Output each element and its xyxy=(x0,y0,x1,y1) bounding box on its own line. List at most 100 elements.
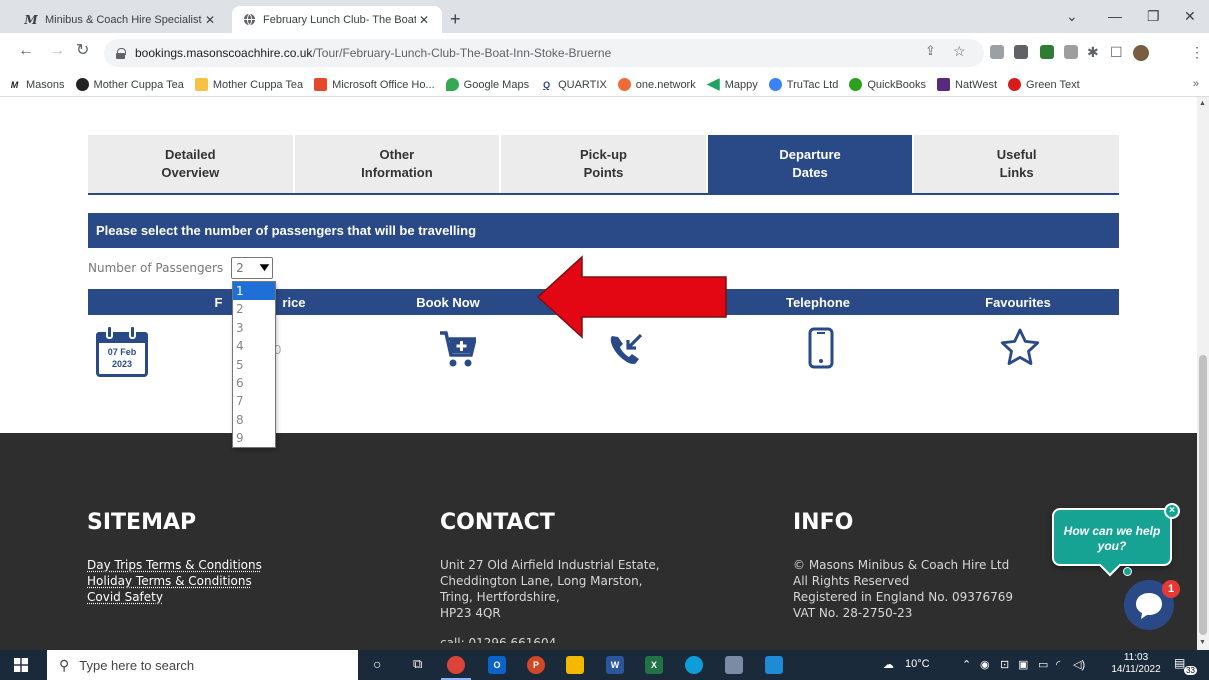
bookmark-item[interactable]: Green Text xyxy=(1008,78,1080,91)
site-footer: SITEMAP Day Trips Terms & Conditions Hol… xyxy=(0,433,1197,650)
bookmark-item[interactable]: TruTac Ltd xyxy=(768,78,838,91)
bookmark-item[interactable]: Mother Cuppa Tea xyxy=(75,78,184,91)
passenger-option[interactable]: 9 xyxy=(233,429,275,447)
bookmark-star-icon[interactable]: ☆ xyxy=(953,43,966,59)
tab-detailed-overview[interactable]: Detailed Overview xyxy=(88,135,293,193)
windows-start-icon[interactable] xyxy=(14,658,28,672)
weather-temperature[interactable]: 10°C xyxy=(905,658,930,670)
masons-logo-icon: M xyxy=(10,79,19,90)
cart-plus-icon[interactable] xyxy=(438,329,476,369)
tab-search-icon[interactable]: ⌄ xyxy=(1066,8,1078,25)
day-trips-terms-link[interactable]: Day Trips Terms & Conditions xyxy=(87,557,262,573)
minimize-button[interactable]: — xyxy=(1108,8,1122,24)
reload-button[interactable]: ↻ xyxy=(76,43,89,59)
edge-taskbar-icon[interactable] xyxy=(685,656,703,674)
passenger-option[interactable]: 6 xyxy=(233,374,275,392)
more-bookmarks-button[interactable]: » xyxy=(1193,78,1199,90)
passenger-option[interactable]: 3 xyxy=(233,319,275,337)
back-button[interactable]: ← xyxy=(18,43,34,59)
tour-info-tabs: Detailed Overview Other Information Pick… xyxy=(88,135,1119,195)
profile-avatar[interactable] xyxy=(1133,45,1149,61)
favourite-star-icon[interactable] xyxy=(999,327,1041,367)
tray-app-icon[interactable]: ⊡ xyxy=(1000,658,1009,671)
browser-tab-masons[interactable]: M Minibus & Coach Hire Specialists ✕ xyxy=(14,6,228,33)
holiday-terms-link[interactable]: Holiday Terms & Conditions xyxy=(87,573,262,589)
taskbar-clock[interactable]: 11:03 14/11/2022 xyxy=(1106,652,1166,676)
covid-safety-link[interactable]: Covid Safety xyxy=(87,589,262,605)
bookmark-item[interactable]: Mappy xyxy=(706,78,758,91)
tab-pickup-points[interactable]: Pick-up Points xyxy=(501,135,706,193)
passenger-option[interactable]: 8 xyxy=(233,411,275,429)
passenger-option[interactable]: 5 xyxy=(233,356,275,374)
close-window-button[interactable]: ✕ xyxy=(1184,8,1196,25)
extension-icon[interactable] xyxy=(1040,45,1054,59)
chat-prompt-text: How can we help you? xyxy=(1063,524,1161,553)
tray-app-icon[interactable]: ▣ xyxy=(1018,658,1028,671)
new-tab-button[interactable]: + xyxy=(450,10,461,28)
greentext-logo-icon xyxy=(1008,78,1022,91)
bookmark-item[interactable]: Google Maps xyxy=(445,78,529,91)
bookmark-item[interactable]: NatWest xyxy=(937,78,997,91)
bookmark-item[interactable]: M Masons xyxy=(8,78,65,91)
app-taskbar-icon[interactable] xyxy=(725,656,743,674)
natwest-logo-icon xyxy=(937,78,951,91)
passenger-option[interactable]: 4 xyxy=(233,337,275,355)
passenger-option[interactable]: 7 xyxy=(233,392,275,410)
tab-other-information[interactable]: Other Information xyxy=(294,135,500,193)
chrome-menu-icon[interactable]: ⋮ xyxy=(1190,44,1204,61)
word-taskbar-icon[interactable]: W xyxy=(606,656,624,674)
browser-tab-lunch-club[interactable]: February Lunch Club- The Boat In ✕ xyxy=(232,6,442,33)
scrollbar-thumb[interactable] xyxy=(1199,355,1207,635)
page-scrollbar[interactable]: ▲ ▼ xyxy=(1197,97,1209,650)
chat-close-button[interactable]: × xyxy=(1164,503,1180,519)
mobile-phone-icon[interactable] xyxy=(808,327,834,369)
chat-prompt-bubble[interactable]: How can we help you? xyxy=(1052,508,1172,577)
office-logo-icon xyxy=(314,78,328,91)
scroll-down-arrow-icon[interactable]: ▼ xyxy=(1199,639,1206,646)
tab-title: February Lunch Club- The Boat In xyxy=(263,13,416,26)
address-bar[interactable]: bookings.masonscoachhire.co.uk/Tour/Febr… xyxy=(104,39,984,67)
extension-icon[interactable] xyxy=(1064,45,1078,59)
tab-departure-dates[interactable]: Departure Dates xyxy=(707,135,913,193)
sidebar-icon[interactable]: ☐ xyxy=(1110,44,1123,61)
tray-app-icon[interactable]: ◉ xyxy=(980,658,990,671)
bookmark-item[interactable]: Microsoft Office Ho... xyxy=(314,78,435,91)
contact-phone[interactable]: call: 01296 661604 xyxy=(440,635,660,643)
tab-useful-links[interactable]: Useful Links xyxy=(914,135,1119,193)
volume-icon[interactable]: ◁) xyxy=(1073,658,1085,671)
battery-icon[interactable]: ▭ xyxy=(1038,658,1048,671)
cortana-icon[interactable]: ○ xyxy=(373,656,381,672)
bookmark-item[interactable]: Mother Cuppa Tea xyxy=(194,78,303,91)
extension-icon[interactable] xyxy=(1014,45,1028,59)
passenger-option[interactable]: 1 xyxy=(233,282,275,301)
tray-expand-icon[interactable]: ⌃ xyxy=(962,658,971,671)
chrome-taskbar-icon[interactable] xyxy=(447,656,465,674)
file-explorer-taskbar-icon[interactable] xyxy=(566,656,584,674)
outlook-taskbar-icon[interactable]: O xyxy=(488,656,506,674)
task-view-icon[interactable]: ⧉ xyxy=(413,656,422,672)
departure-year: 2023 xyxy=(111,359,133,369)
photos-taskbar-icon[interactable] xyxy=(765,656,783,674)
restore-button[interactable]: ❐ xyxy=(1147,8,1160,25)
excel-taskbar-icon[interactable]: X xyxy=(645,656,663,674)
passenger-selector-row: Number of Passengers 2 ▼ xyxy=(88,257,274,279)
taskbar-search-box[interactable]: ⚲ Type here to search xyxy=(47,650,358,680)
share-icon[interactable]: ⇪ xyxy=(925,43,936,59)
passenger-count-value: 2 xyxy=(236,261,244,275)
weather-cloud-icon[interactable]: ☁ xyxy=(883,658,894,671)
bookmark-item[interactable]: Q QUARTIX xyxy=(540,78,607,91)
wifi-icon[interactable]: ◜ xyxy=(1056,658,1060,671)
extension-icon[interactable] xyxy=(990,45,1004,59)
extensions-puzzle-icon[interactable]: ✱ xyxy=(1087,44,1099,61)
forward-button[interactable]: → xyxy=(49,43,65,59)
quickbooks-logo-icon xyxy=(849,78,863,91)
close-tab-icon[interactable]: ✕ xyxy=(202,13,218,27)
close-tab-icon[interactable]: ✕ xyxy=(416,13,432,27)
bookmark-item[interactable]: one.network xyxy=(617,78,696,91)
passenger-option[interactable]: 2 xyxy=(233,300,275,318)
powerpoint-taskbar-icon[interactable]: P xyxy=(527,656,545,674)
passenger-banner: Please select the number of passengers t… xyxy=(88,213,1119,248)
passenger-count-select[interactable]: 2 ▼ xyxy=(231,257,274,279)
scroll-up-arrow-icon[interactable]: ▲ xyxy=(1199,100,1206,107)
bookmark-item[interactable]: QuickBooks xyxy=(849,78,926,91)
